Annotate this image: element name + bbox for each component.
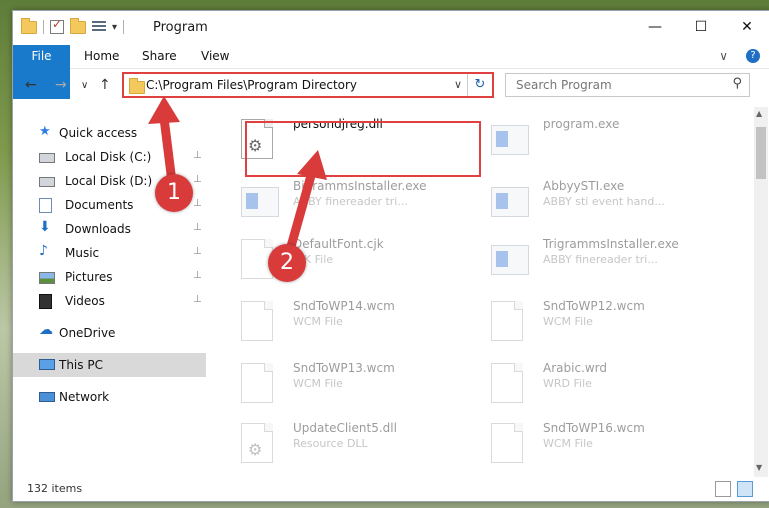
step-1-marker: 1 [155, 174, 193, 212]
arrow-2-head [297, 150, 327, 180]
arrow-1 [159, 113, 177, 187]
annotation-overlay [148, 96, 327, 255]
arrow-1-head [148, 96, 180, 124]
arrow-2 [285, 167, 317, 255]
step-2-marker: 2 [268, 244, 306, 282]
